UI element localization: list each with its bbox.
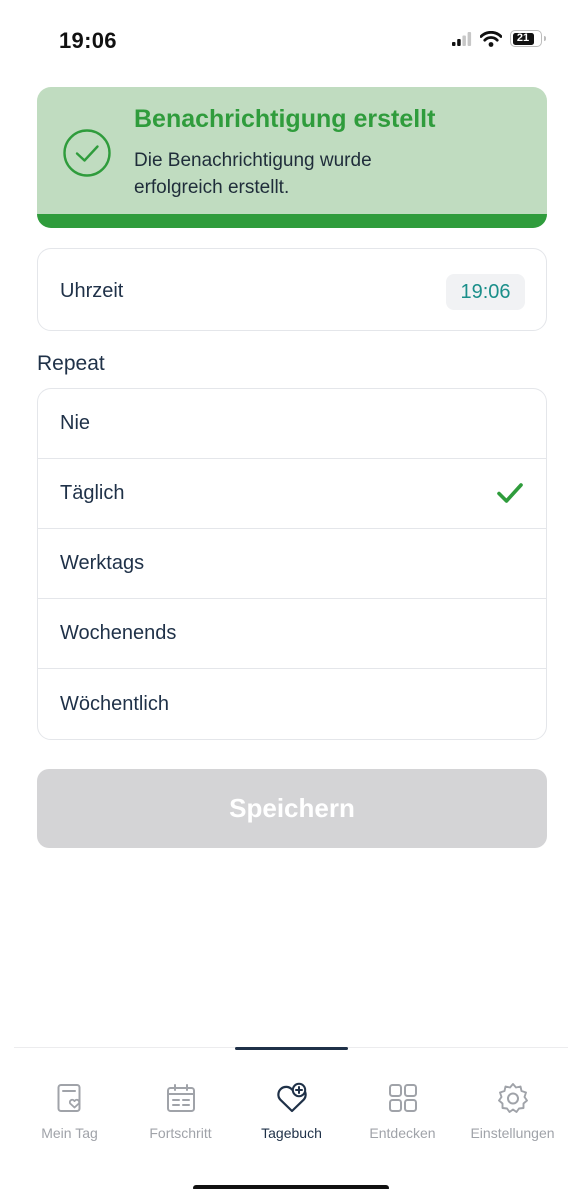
time-label: Uhrzeit [60, 280, 124, 302]
tab-label: Fortschritt [149, 1125, 212, 1141]
time-setting-row[interactable]: Uhrzeit 19:06 [37, 248, 547, 331]
repeat-option-daily[interactable]: Täglich [38, 459, 546, 529]
wifi-icon [480, 30, 502, 47]
tab-mein-tag[interactable]: Mein Tag [14, 1080, 125, 1141]
repeat-section-label: Repeat [37, 352, 105, 375]
toast-progress-bar [37, 214, 547, 228]
tab-fortschritt[interactable]: Fortschritt [125, 1080, 236, 1141]
heart-plus-icon [276, 1082, 307, 1113]
toast-title: Benachrichtigung erstellt [134, 105, 436, 133]
checkmark-icon [497, 483, 523, 503]
time-picker[interactable]: 19:06 [446, 274, 525, 310]
home-indicator [193, 1185, 389, 1189]
gear-icon [497, 1083, 528, 1113]
tab-label: Entdecken [369, 1125, 436, 1141]
tab-einstellungen[interactable]: Einstellungen [457, 1080, 568, 1141]
battery-icon: 21 [510, 30, 546, 47]
tab-label: Einstellungen [470, 1125, 555, 1141]
tab-tagebuch[interactable]: Tagebuch [236, 1080, 347, 1141]
signal-icon [452, 31, 472, 46]
repeat-option-label: Wöchentlich [60, 692, 169, 715]
status-icons: 21 [452, 30, 546, 47]
repeat-option-weekends[interactable]: Wochenends [38, 599, 546, 669]
save-button[interactable]: Speichern [37, 769, 547, 848]
battery-level: 21 [516, 32, 530, 44]
tab-label: Mein Tag [41, 1125, 98, 1141]
day-heart-icon [57, 1084, 80, 1112]
success-toast: Benachrichtigung erstellt Die Benachrich… [37, 87, 547, 228]
calendar-icon [166, 1084, 195, 1112]
active-tab-indicator [235, 1047, 348, 1050]
check-circle-icon [63, 129, 111, 177]
bottom-tab-bar: Mein Tag Fortschritt Tagebuch Entdecken … [14, 1047, 568, 1147]
repeat-option-label: Täglich [60, 482, 125, 504]
status-bar: 19:06 21 [0, 0, 568, 80]
repeat-option-label: Nie [60, 412, 91, 434]
status-time: 19:06 [59, 28, 117, 53]
tab-label: Tagebuch [261, 1125, 322, 1141]
repeat-option-never[interactable]: Nie [38, 389, 546, 459]
repeat-option-weekdays[interactable]: Werktags [38, 529, 546, 599]
repeat-option-label: Werktags [60, 552, 145, 574]
tab-entdecken[interactable]: Entdecken [347, 1080, 458, 1141]
grid-icon [388, 1084, 417, 1112]
repeat-option-weekly[interactable]: Wöchentlich [38, 669, 546, 739]
repeat-options-list: Nie Täglich Werktags Wochenends Wöchentl… [37, 388, 547, 740]
repeat-option-label: Wochenends [60, 622, 177, 644]
toast-message: Die Benachrichtigung wurde erfolgreich e… [134, 150, 372, 198]
